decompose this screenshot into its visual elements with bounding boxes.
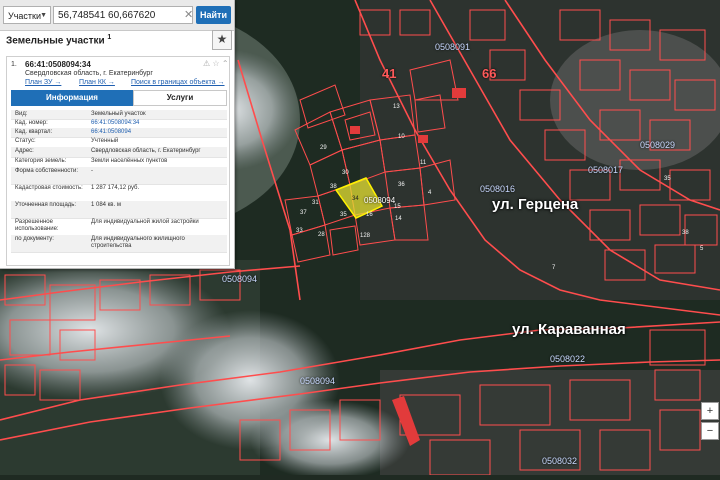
parcel-number: 16	[366, 212, 373, 218]
quarter-label: 0508022	[550, 354, 586, 364]
star-outline-icon[interactable]: ☆	[212, 59, 219, 68]
attr-value-link[interactable]: 66:41:0508094:34	[91, 120, 225, 127]
parcel-number: 28	[318, 232, 325, 238]
cadastral-number: 66:41:0508094:34	[25, 60, 91, 69]
layer-select-value: Участки	[8, 11, 41, 21]
card-address: Свердловская область, г. Екатеринбург	[25, 70, 153, 77]
quarter-label: 0508091	[435, 42, 471, 52]
parcel-number: 10	[398, 134, 405, 140]
attr-key: Кад. квартал:	[15, 129, 53, 135]
search-bar: Участки ▼ ✕ Найти	[0, 0, 234, 31]
quarter-label: 0508029	[640, 140, 676, 150]
parcel-number: 34	[352, 196, 359, 202]
attr-key: Уточненная площадь:	[15, 202, 77, 208]
quarter-label: 0508094	[364, 196, 396, 205]
table-row: Форма собственности: -	[11, 167, 227, 185]
item-index: 1.	[11, 61, 17, 68]
quarter-label: 0508017	[588, 165, 624, 175]
attr-value-link[interactable]: 66:41:0508094	[91, 129, 225, 136]
plan-kk-link[interactable]: План КК →	[79, 79, 115, 86]
zoom-controls: + −	[701, 402, 719, 462]
quarter-label: 0508032	[542, 456, 578, 466]
search-input[interactable]	[53, 6, 193, 24]
plan-zu-link[interactable]: План ЗУ →	[25, 79, 61, 86]
parcel-number: 31	[312, 200, 319, 206]
attr-value: Для индивидуального жилищного строительс…	[91, 236, 185, 249]
clear-icon[interactable]: ✕	[184, 6, 193, 24]
attr-key: по документу:	[15, 236, 54, 242]
attr-value: Учтенный	[91, 138, 119, 144]
attr-key: Статус:	[15, 138, 36, 144]
table-row: Кадастровая стоимость: 1 287 174,12 руб.	[11, 184, 227, 202]
parcel-number: 15	[394, 204, 401, 210]
parcel-number: 37	[300, 210, 307, 216]
attr-value: 1 287 174,12 руб.	[91, 185, 140, 191]
tabs: Информация Услуги	[11, 90, 227, 106]
panel-title-text: Земельные участки	[6, 35, 105, 47]
star-icon: ★	[216, 32, 228, 46]
parcel-number: 38	[330, 184, 337, 190]
chevron-down-icon: ▼	[40, 12, 47, 19]
quarter-label: 0508094	[300, 376, 336, 386]
zoom-in-button[interactable]: +	[701, 402, 719, 420]
warning-icon[interactable]: ⚠	[203, 59, 210, 68]
search-results-panel: Участки ▼ ✕ Найти Земельные участки 1 ★ …	[0, 0, 235, 269]
attr-key: Вид:	[15, 111, 28, 117]
collapse-icon[interactable]: ⌃	[222, 59, 229, 68]
parcel-number: 35	[340, 212, 347, 218]
result-count: 1	[107, 34, 112, 41]
zoom-out-button[interactable]: −	[701, 422, 719, 440]
attr-value: Свердловская область, г. Екатеринбург	[91, 148, 201, 154]
tab-info[interactable]: Информация	[11, 90, 133, 106]
result-card: 1. 66:41:0508094:34 ⚠ ☆ ⌃ Свердловская о…	[6, 56, 230, 266]
parcel-number: 11	[420, 160, 427, 166]
quarter-number: 66	[482, 66, 497, 81]
street-label-karavannaya: ул. Караванная	[512, 321, 626, 338]
parcel-number: 33	[296, 228, 303, 234]
quarter-number: 41	[382, 66, 397, 81]
table-row: Уточненная площадь: 1 084 кв. м	[11, 201, 227, 219]
quarter-label: 0508094	[222, 274, 258, 284]
quarter-label: 0508016	[480, 184, 516, 194]
attr-key: Кад. номер:	[15, 120, 48, 126]
parcel-number: 29	[320, 145, 327, 151]
table-row: по документу: Для индивидуального жилищн…	[11, 235, 227, 253]
parcel-number: 4	[428, 190, 432, 196]
find-button[interactable]: Найти	[196, 6, 231, 24]
layer-select[interactable]: Участки ▼	[3, 6, 51, 24]
street-label-gertsena: ул. Герцена	[492, 196, 579, 213]
parcel-number: 7	[552, 265, 556, 271]
tab-services[interactable]: Услуги	[133, 90, 227, 106]
card-tools[interactable]: ⚠ ☆ ⌃	[203, 59, 229, 68]
parcel-number: 5	[700, 246, 704, 252]
parcel-number: 128	[360, 233, 371, 239]
attr-value: Земли населённых пунктов	[91, 158, 168, 164]
parcel-number: 38	[682, 230, 689, 236]
attr-key: Адрес:	[15, 148, 34, 154]
attr-value: Для индивидуальной жилой застройки	[91, 219, 199, 225]
parcel-number: 36	[398, 182, 405, 188]
parcel-number: 13	[393, 104, 400, 110]
search-in-bounds-link[interactable]: Поиск в границах объекта →	[131, 79, 225, 86]
attr-key: Форма собственности:	[15, 168, 79, 174]
parcel-number: 30	[342, 170, 349, 176]
attr-value: Земельный участок	[91, 111, 146, 117]
favorites-button[interactable]: ★	[212, 30, 232, 50]
attr-key: Кадастровая стоимость:	[15, 185, 83, 191]
attr-value: 1 084 кв. м	[91, 202, 121, 208]
panel-title: Земельные участки 1	[6, 34, 111, 46]
attr-key: Категория земель:	[15, 158, 67, 164]
parcel-number: 35	[664, 176, 671, 182]
attr-value: -	[91, 168, 93, 174]
parcel-number: 14	[395, 216, 402, 222]
attr-key: Разрешенное использование:	[15, 219, 59, 232]
table-row: Разрешенное использование: Для индивидуа…	[11, 218, 227, 236]
